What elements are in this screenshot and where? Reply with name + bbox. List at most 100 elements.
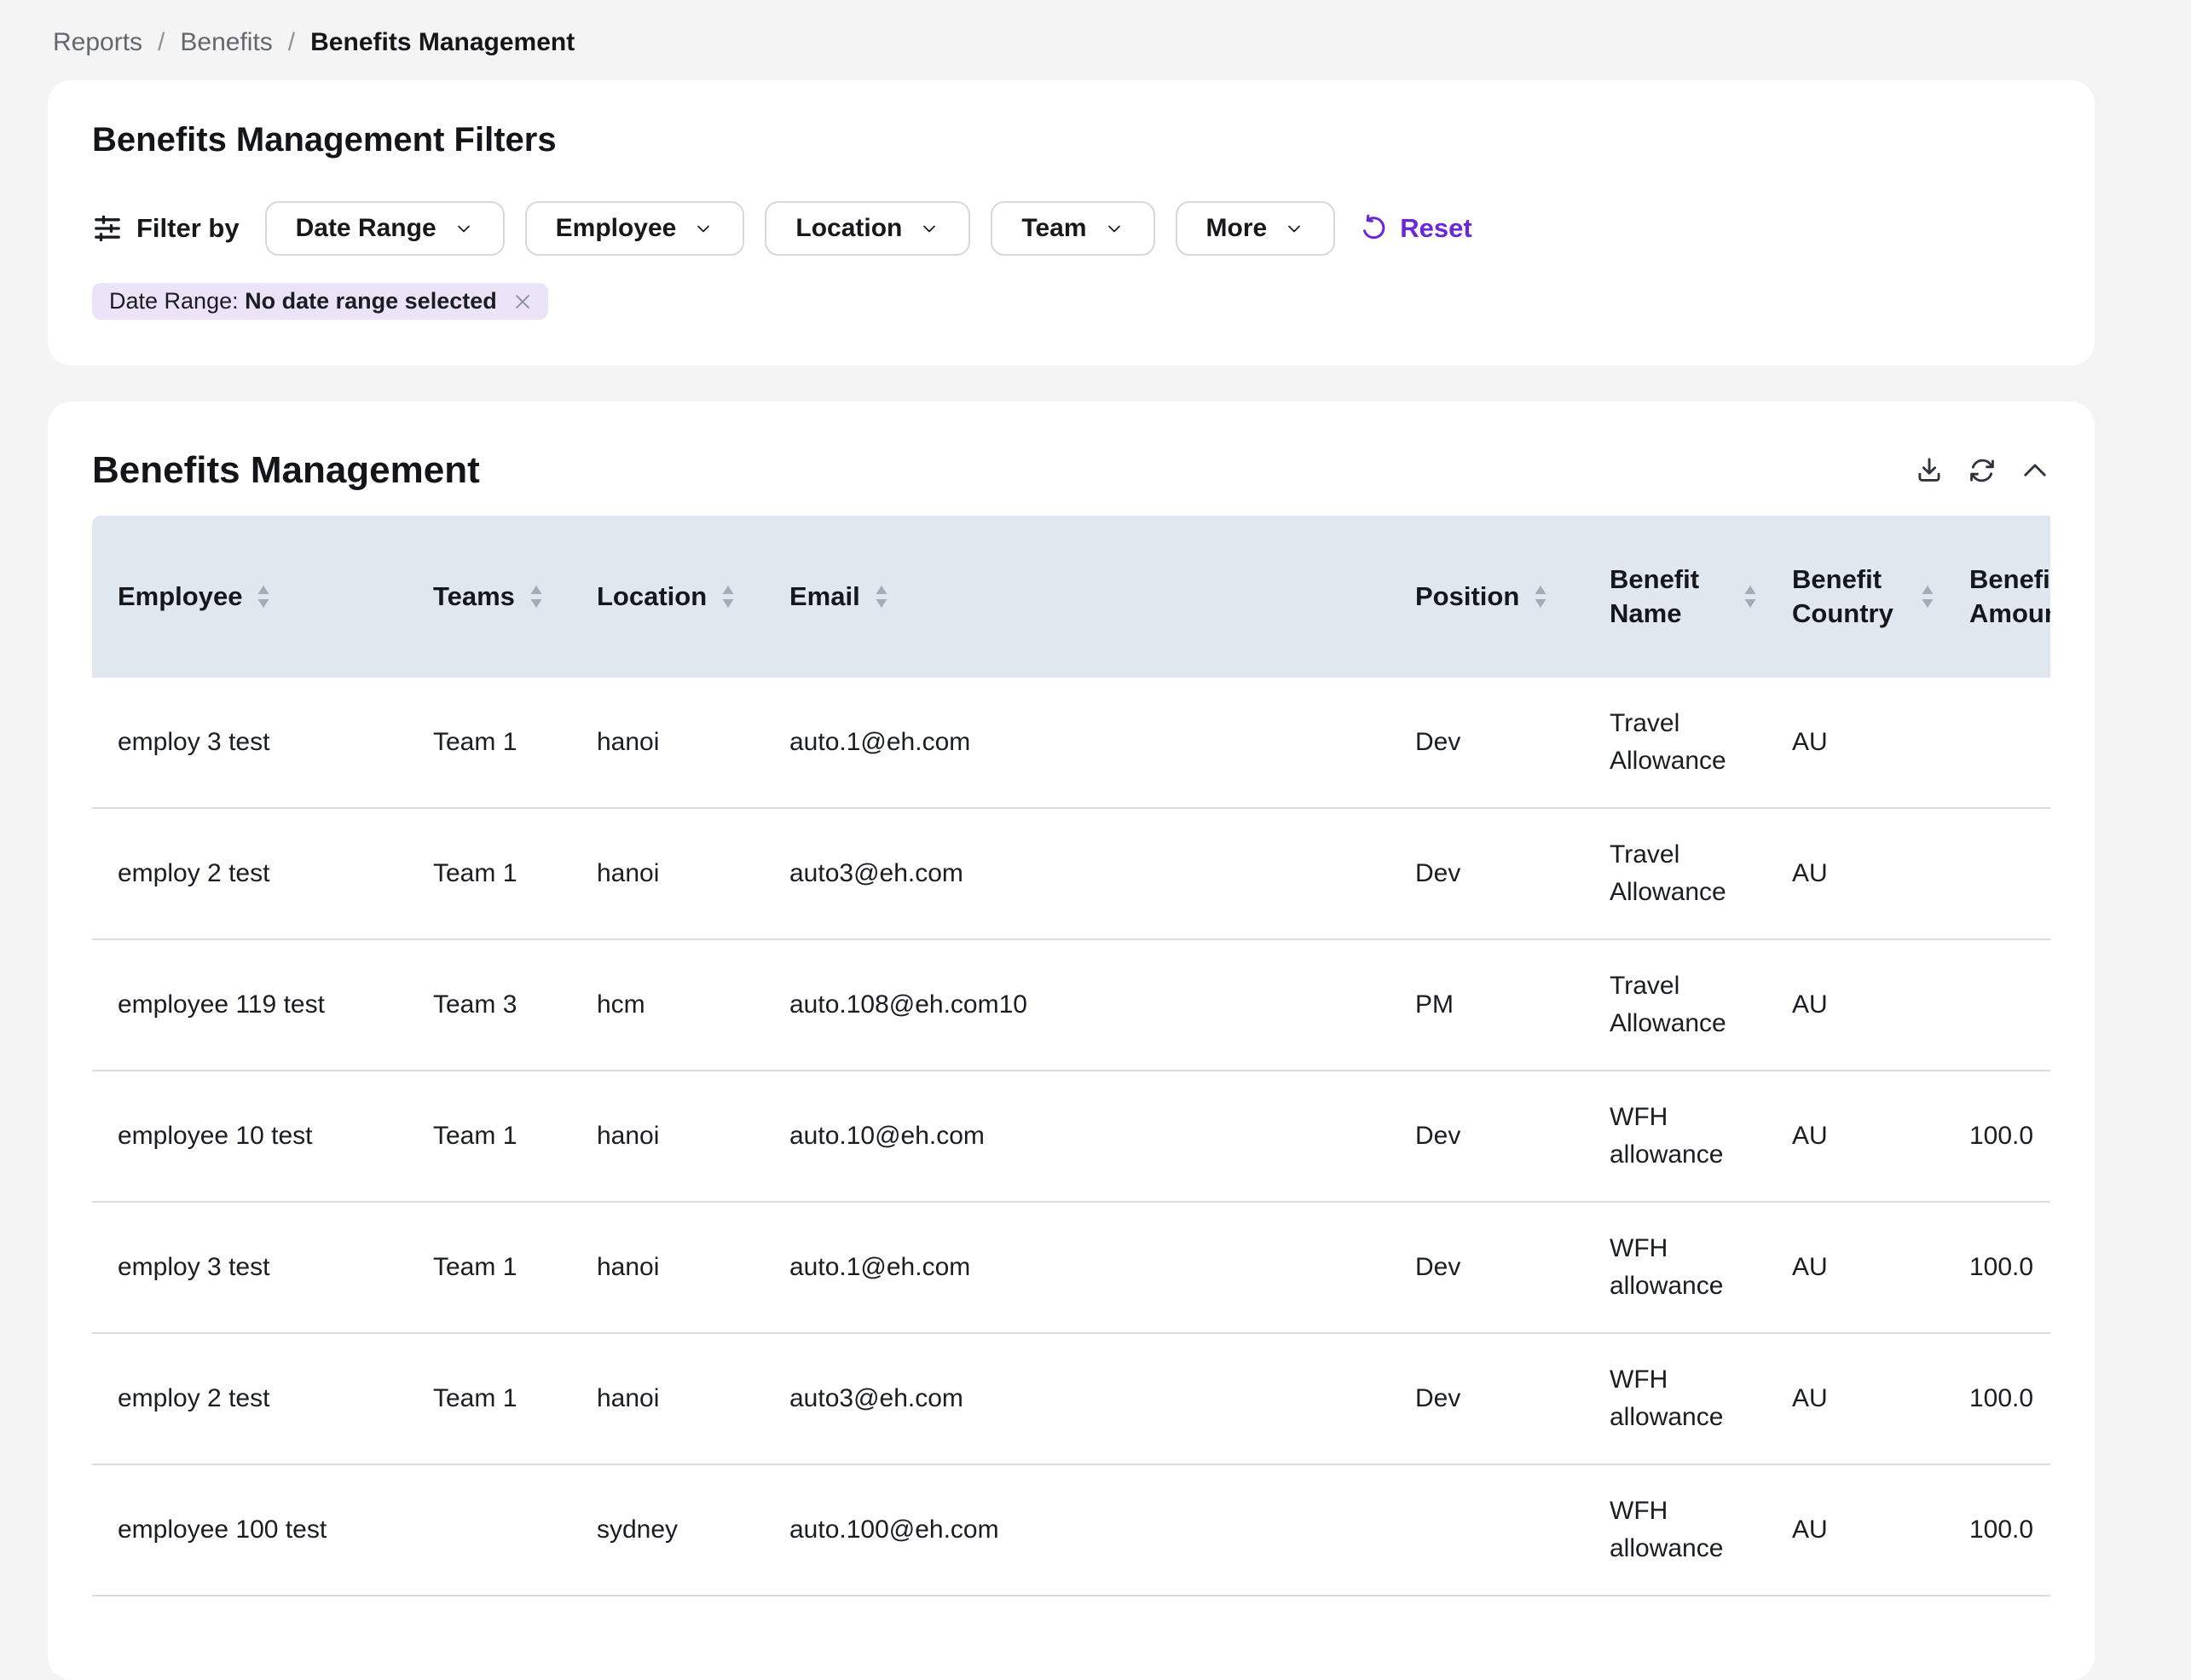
chevron-down-icon [1284, 218, 1304, 239]
breadcrumb-item-benefits[interactable]: Benefits [180, 26, 272, 60]
page: Reports / Benefits / Benefits Management… [0, 0, 2191, 1680]
sort-icon[interactable] [529, 584, 544, 609]
table-row[interactable]: employee 10 testTeam 1hanoiauto.10@eh.co… [92, 1071, 2050, 1202]
table-row[interactable]: employ 3 testTeam 1hanoiauto.1@eh.comDev… [92, 678, 2050, 808]
filter-button-location[interactable]: Location [765, 201, 970, 256]
chevron-down-icon [919, 218, 939, 239]
filter-button-team[interactable]: Team [991, 201, 1154, 256]
table-row[interactable]: employ 3 testTeam 1hanoiauto.1@eh.comDev… [92, 1202, 2050, 1333]
cell-teams: Team 1 [408, 1333, 571, 1464]
cell-position [1390, 1464, 1584, 1596]
cell-email: auto.1@eh.com [764, 1202, 1390, 1333]
cell-benefit-country: AU [1766, 1202, 1944, 1333]
cell-employee: employee 10 test [92, 1071, 408, 1202]
cell-location: sydney [571, 1464, 764, 1596]
cell-teams: Team 1 [408, 1071, 571, 1202]
cell-benefit-country: AU [1766, 1464, 1944, 1596]
breadcrumb-item-reports[interactable]: Reports [53, 26, 142, 60]
cell-teams [408, 1464, 571, 1596]
table-scroll-area[interactable]: Employee Teams Location [92, 516, 2050, 1596]
cell-teams: Team 1 [408, 808, 571, 939]
table-card-header: Benefits Management [92, 446, 2050, 495]
reset-label: Reset [1400, 213, 1471, 244]
benefits-table: Employee Teams Location [92, 516, 2050, 1596]
column-header-benefit-country[interactable]: Benefit Country [1766, 516, 1944, 678]
column-header-location[interactable]: Location [571, 516, 764, 678]
cell-teams: Team 1 [408, 1202, 571, 1333]
cell-benefit-name: Travel Allowance [1584, 808, 1766, 939]
column-header-email[interactable]: Email [764, 516, 1390, 678]
table-row[interactable]: employee 119 testTeam 3hcmauto.108@eh.co… [92, 939, 2050, 1071]
cell-benefit-country: AU [1766, 1333, 1944, 1464]
column-header-position[interactable]: Position [1390, 516, 1584, 678]
filter-button-employee[interactable]: Employee [525, 201, 745, 256]
cell-benefit-country: AU [1766, 808, 1944, 939]
cell-benefit-name: Travel Allowance [1584, 939, 1766, 1071]
column-header-teams[interactable]: Teams [408, 516, 571, 678]
sort-icon[interactable] [1533, 584, 1548, 609]
collapse-button[interactable] [2020, 455, 2050, 486]
filter-button-more[interactable]: More [1176, 201, 1336, 256]
filter-button-label: Employee [556, 214, 677, 243]
cell-email: auto.1@eh.com [764, 678, 1390, 808]
breadcrumb: Reports / Benefits / Benefits Management [48, 26, 2191, 60]
cell-email: auto.10@eh.com [764, 1071, 1390, 1202]
table-header-row: Employee Teams Location [92, 516, 2050, 678]
cell-position: Dev [1390, 678, 1584, 808]
cell-position: Dev [1390, 808, 1584, 939]
sort-icon[interactable] [720, 584, 736, 609]
filter-button-date-range[interactable]: Date Range [265, 201, 505, 256]
cell-position: Dev [1390, 1202, 1584, 1333]
cell-email: auto.108@eh.com10 [764, 939, 1390, 1071]
breadcrumb-item-current: Benefits Management [310, 26, 575, 60]
filter-button-label: Location [795, 214, 902, 243]
cell-position: PM [1390, 939, 1584, 1071]
sort-icon[interactable] [1743, 584, 1758, 609]
column-header-employee[interactable]: Employee [92, 516, 408, 678]
sliders-icon [92, 213, 123, 244]
cell-benefit-name: WFH allowance [1584, 1202, 1766, 1333]
cell-benefit-country: AU [1766, 939, 1944, 1071]
table-card-title: Benefits Management [92, 449, 480, 492]
table-row[interactable]: employee 100 testsydneyauto.100@eh.comWF… [92, 1464, 2050, 1596]
filter-button-label: More [1206, 214, 1268, 243]
sort-icon[interactable] [1920, 584, 1935, 609]
filter-buttons: Date Range Employee Location Team [265, 201, 1336, 256]
cell-benefit-amount: 100.0 [1944, 1464, 2050, 1596]
chip-value: No date range selected [245, 288, 497, 314]
date-range-filter-chip: Date Range: No date range selected [92, 283, 548, 320]
chevron-down-icon [454, 218, 474, 239]
cell-location: hanoi [571, 1333, 764, 1464]
table-row[interactable]: employ 2 testTeam 1hanoiauto3@eh.comDevW… [92, 1333, 2050, 1464]
table-card: Benefits Management [48, 401, 2095, 1680]
breadcrumb-separator: / [158, 26, 165, 60]
cell-location: hcm [571, 939, 764, 1071]
table-row[interactable]: employ 2 testTeam 1hanoiauto3@eh.comDevT… [92, 808, 2050, 939]
close-icon[interactable] [512, 292, 533, 312]
reset-icon [1359, 214, 1388, 243]
cell-benefit-country: AU [1766, 678, 1944, 808]
cell-location: hanoi [571, 1202, 764, 1333]
chip-text: Date Range: No date range selected [109, 288, 497, 315]
cell-benefit-name: WFH allowance [1584, 1464, 1766, 1596]
sort-icon[interactable] [874, 584, 889, 609]
cell-location: hanoi [571, 808, 764, 939]
sort-icon[interactable] [256, 584, 271, 609]
cell-benefit-amount [1944, 678, 2050, 808]
cell-benefit-amount [1944, 808, 2050, 939]
filters-card-title: Benefits Management Filters [92, 118, 2050, 162]
download-button[interactable] [1914, 455, 1945, 486]
refresh-button[interactable] [1967, 455, 1997, 486]
cell-benefit-amount: 100.0 [1944, 1071, 2050, 1202]
filters-card: Benefits Management Filters Filter by Da… [48, 80, 2095, 366]
cell-benefit-name: WFH allowance [1584, 1071, 1766, 1202]
cell-position: Dev [1390, 1071, 1584, 1202]
cell-employee: employ 2 test [92, 1333, 408, 1464]
column-header-benefit-name[interactable]: Benefit Name [1584, 516, 1766, 678]
column-header-benefit-amount[interactable]: Benefit Amount [1944, 516, 2050, 678]
reset-button[interactable]: Reset [1359, 213, 1471, 244]
refresh-icon [1967, 455, 1997, 486]
cell-email: auto3@eh.com [764, 808, 1390, 939]
cell-location: hanoi [571, 1071, 764, 1202]
cell-location: hanoi [571, 678, 764, 808]
